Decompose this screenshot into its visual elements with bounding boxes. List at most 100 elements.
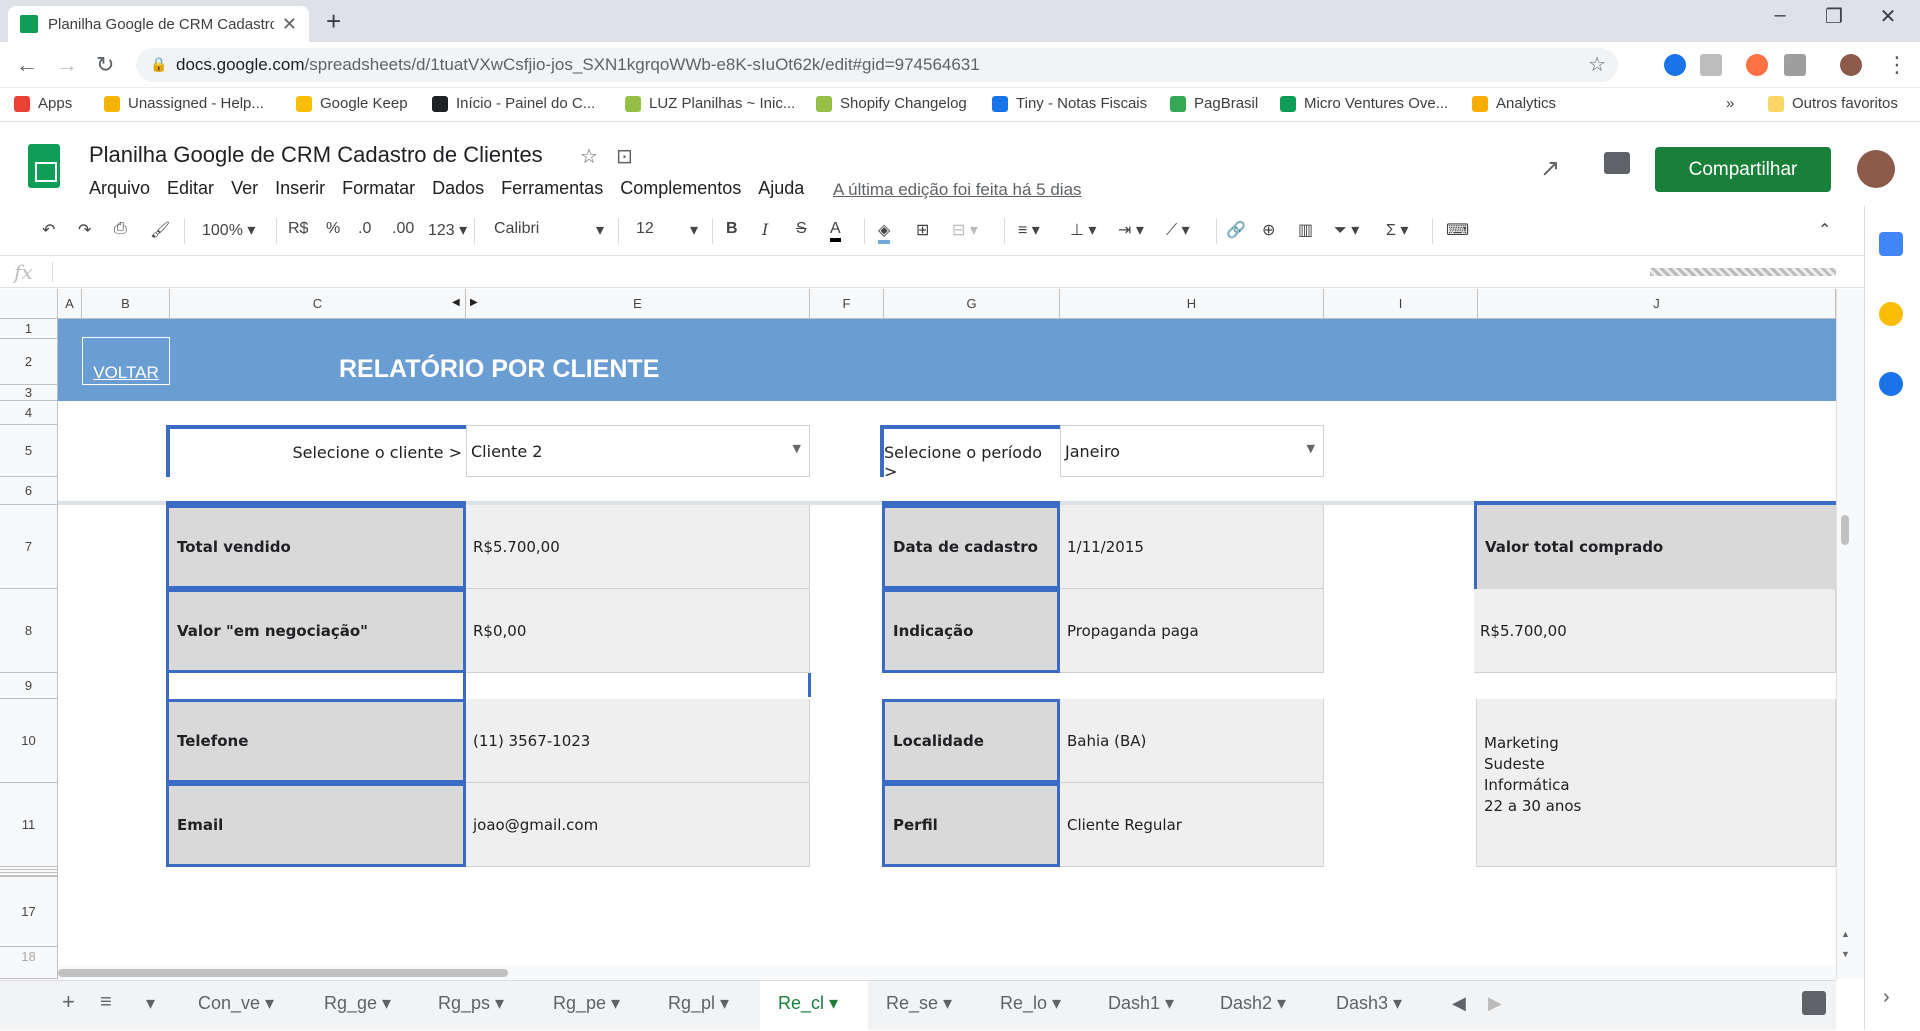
fill-color-icon[interactable]: ◈ [878,220,891,244]
activity-trend-icon[interactable]: ↗ [1540,154,1560,183]
valor-negociacao-value[interactable]: R$0,00 [466,589,810,673]
extension-copy-icon[interactable] [1784,54,1806,76]
row-header-17[interactable]: 17 [0,877,58,947]
client-segments-cell[interactable]: Marketing Sudeste Informática 22 a 30 an… [1476,699,1836,867]
percent-format-button[interactable]: % [326,220,340,238]
sheet-tab-dash2[interactable]: Dash2 ▾ [1220,993,1286,1014]
currency-format-button[interactable]: R$ [288,220,308,238]
menu-ajuda[interactable]: Ajuda [758,178,804,199]
bookmark-google-keep[interactable]: Google Keep [296,95,408,112]
data-cadastro-value[interactable]: 1/11/2015 [1060,505,1324,589]
formula-bar[interactable]: fx [0,256,1864,288]
client-dropdown[interactable]: Cliente 2 ▼ [466,425,810,477]
chrome-menu-icon[interactable]: ⋮ [1886,52,1908,78]
move-folder-icon[interactable]: ⊡ [616,144,633,169]
scroll-tabs-left-icon[interactable]: ◀ [1452,993,1466,1014]
vertical-scrollbar[interactable]: ▲ ▼ [1836,289,1864,979]
sheet-tab-rg-ps[interactable]: Rg_ps ▾ [438,993,504,1014]
functions-icon[interactable]: Σ ▾ [1386,220,1408,240]
collapse-toolbar-icon[interactable]: ⌃ [1818,220,1831,240]
scroll-up-icon[interactable]: ▲ [1841,929,1850,939]
row-header-11[interactable]: 11 [0,783,58,867]
vertical-scroll-thumb[interactable] [1841,515,1849,545]
bookmark-pagbrasil[interactable]: PagBrasil [1170,95,1258,112]
bookmark-micro-ventures[interactable]: Micro Ventures Ove... [1280,95,1448,112]
bookmark-unassigned[interactable]: Unassigned - Help... [104,95,264,112]
share-button[interactable]: Compartilhar [1655,147,1831,192]
comments-icon[interactable] [1604,152,1630,174]
borders-icon[interactable]: ⊞ [916,220,929,240]
font-size-select[interactable]: 12 ▾ [636,220,698,239]
sheet-tab-re-cl[interactable]: Re_cl ▾ [760,981,868,1031]
row-header-10[interactable]: 10 [0,699,58,783]
align-horizontal-icon[interactable]: ≡ ▾ [1018,220,1040,240]
bookmark-inicio[interactable]: Início - Painel do C... [432,95,595,112]
forward-icon[interactable]: → [56,52,78,78]
align-vertical-icon[interactable]: ⊥ ▾ [1070,220,1096,240]
profile-avatar-icon[interactable] [1840,54,1862,76]
row-header-6[interactable]: 6 [0,477,58,505]
more-formats-select[interactable]: 123 ▾ [428,220,467,240]
address-bar[interactable]: 🔒 docs.google.com/spreadsheets/d/1tuatVX… [136,48,1618,82]
scroll-tabs-right-icon[interactable]: ▶ [1488,993,1502,1014]
sheet-tab-rg-ge[interactable]: Rg_ge ▾ [324,993,391,1014]
menu-formatar[interactable]: Formatar [342,178,415,199]
print-icon[interactable]: ⎙ [114,220,127,238]
sheet-tab-rg-pl[interactable]: Rg_pl ▾ [668,993,729,1014]
sheet-tab-dash1[interactable]: Dash1 ▾ [1108,993,1174,1014]
sheet-tab-re-lo[interactable]: Re_lo ▾ [1000,993,1061,1014]
text-color-icon[interactable]: A [830,220,841,242]
column-header-b[interactable]: B [82,289,170,319]
italic-icon[interactable]: I [762,220,768,239]
browser-tab[interactable]: Planilha Google de CRM Cadastro ✕ [8,6,309,42]
sheet-tab-dash3[interactable]: Dash3 ▾ [1336,993,1402,1014]
close-window-icon[interactable]: ✕ [1868,4,1908,29]
text-wrap-icon[interactable]: ⇥ ▾ [1118,220,1144,240]
row-header-5[interactable]: 5 [0,425,58,477]
user-avatar[interactable] [1857,150,1895,188]
horizontal-scroll-thumb[interactable] [58,969,508,977]
paint-format-icon[interactable]: 🖌 [150,220,170,240]
restore-icon[interactable]: ❐ [1814,4,1854,29]
text-rotation-icon[interactable]: ⟋ ▾ [1166,220,1190,240]
column-header-c[interactable]: C [170,289,466,319]
extension-1password-icon[interactable] [1664,54,1686,76]
column-header-j[interactable]: J [1478,289,1836,319]
zoom-select[interactable]: 100% ▾ [202,220,255,240]
explore-icon[interactable] [1802,991,1826,1015]
calendar-icon[interactable] [1879,232,1903,256]
localidade-value[interactable]: Bahia (BA) [1060,699,1324,783]
period-dropdown[interactable]: Janeiro ▼ [1060,425,1324,477]
new-tab-icon[interactable]: + [326,6,341,37]
column-header-h[interactable]: H [1060,289,1324,319]
total-vendido-value[interactable]: R$5.700,00 [466,505,810,589]
column-header-f[interactable]: F [810,289,884,319]
menu-dados[interactable]: Dados [432,178,484,199]
minimize-icon[interactable]: – [1760,4,1800,27]
column-header-i[interactable]: I [1324,289,1478,319]
row-header-4[interactable]: 4 [0,401,58,425]
add-sheet-icon[interactable]: + [62,989,75,1015]
extension-notes-icon[interactable] [1700,54,1722,76]
telefone-value[interactable]: (11) 3567-1023 [466,699,810,783]
row-header-1[interactable]: 1 [0,319,58,339]
row-header-8[interactable]: 8 [0,589,58,673]
star-icon[interactable]: ☆ [580,144,598,169]
row-header-9[interactable]: 9 [0,673,58,699]
hidden-rows-indicator[interactable] [0,867,58,877]
last-edit-link[interactable]: A última edição foi feita há 5 dias [833,180,1082,200]
bookmark-other-favorites[interactable]: Outros favoritos [1768,95,1898,112]
undo-icon[interactable]: ↶ [42,220,55,240]
hidden-column-left-arrow-icon[interactable]: ◀ [452,297,460,308]
menu-editar[interactable]: Editar [167,178,214,199]
bookmark-shopify[interactable]: Shopify Changelog [816,95,967,112]
bookmark-apps[interactable]: Apps [14,95,72,112]
row-header-7[interactable]: 7 [0,505,58,589]
redo-icon[interactable]: ↷ [78,220,91,240]
sheet-tab-con-ve[interactable]: Con_ve ▾ [198,993,274,1014]
document-title[interactable]: Planilha Google de CRM Cadastro de Clien… [89,142,543,168]
bookmark-star-icon[interactable]: ☆ [1588,52,1606,77]
expand-panel-icon[interactable]: › [1883,986,1890,1009]
menu-arquivo[interactable]: Arquivo [89,178,150,199]
tasks-icon[interactable] [1879,372,1903,396]
